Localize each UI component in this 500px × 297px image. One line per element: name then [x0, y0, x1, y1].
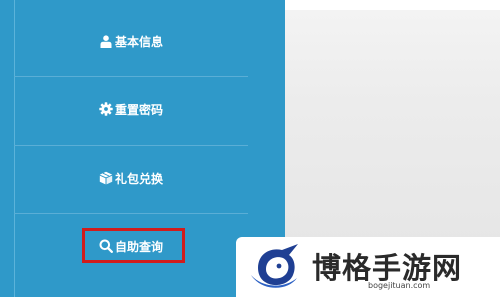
- highlight-box: [82, 228, 185, 263]
- gift-box-icon: [99, 171, 113, 185]
- menu-item-label: 基本信息: [114, 34, 163, 49]
- menu-item-basic-info[interactable]: 基本信息: [14, 7, 248, 75]
- content-top-bar: [285, 0, 500, 10]
- site-watermark: 博格手游网 bogejituan.com: [236, 237, 500, 297]
- menu-item-gift-redeem[interactable]: 礼包兑换: [14, 144, 248, 212]
- menu-item-label: 礼包兑换: [114, 171, 163, 186]
- unicorn-logo-icon: [248, 242, 306, 292]
- watermark-url: bogejituan.com: [368, 281, 431, 290]
- menu-item-reset-password[interactable]: 重置密码: [14, 75, 248, 143]
- gear-icon: [99, 102, 113, 116]
- menu-item-label: 重置密码: [114, 102, 163, 117]
- user-icon: [99, 34, 113, 48]
